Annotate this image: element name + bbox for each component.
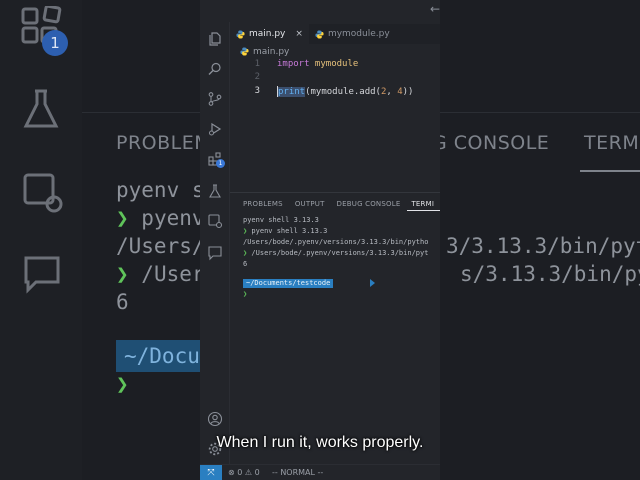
bg-terminal-line: 6	[116, 290, 129, 314]
breadcrumb[interactable]: main.py	[240, 45, 289, 58]
status-bar: ⤧ ⊗ 0 ⚠ 0 -- NORMAL --	[200, 464, 440, 480]
bg-tab-terminal: TERMI	[584, 132, 640, 154]
remote-indicator-icon[interactable]: ⤧	[200, 465, 222, 480]
tab-terminal[interactable]: TERMI	[407, 197, 440, 211]
bg-remote-explorer-icon	[22, 172, 64, 223]
account-icon[interactable]	[200, 406, 230, 432]
line-number: 2	[254, 72, 260, 82]
code-token: ))	[402, 87, 414, 97]
bg-prompt-arrow: ❯	[116, 372, 129, 396]
python-file-icon	[236, 29, 245, 39]
tab-problems[interactable]: PROBLEMS	[230, 197, 290, 211]
cwd-badge: ~/Documents/testcode	[243, 279, 334, 288]
bg-terminal-line-right: 3/3.13.3/bin/pytho	[446, 234, 640, 258]
vim-mode-indicator: -- NORMAL --	[272, 468, 324, 477]
bg-cwd-badge: ~/Docu	[116, 340, 208, 372]
tab-label: mymodule.py	[327, 29, 390, 39]
title-bar: ←	[230, 0, 440, 22]
terminal-line: 6	[243, 260, 248, 268]
video-caption: When I run it, works properly.	[216, 434, 424, 451]
code-token: ,	[386, 87, 398, 97]
terminal-output[interactable]: pyenv shell 3.13.3 ❯ pyenv shell 3.13.3 …	[243, 215, 440, 270]
panel-tab-bar: PROBLEMS OUTPUT DEBUG CONSOLE TERMI	[230, 197, 440, 211]
run-debug-icon[interactable]	[200, 116, 230, 142]
extensions-badge: 1	[216, 159, 225, 168]
bg-tab-debug-console: G CONSOLE	[432, 132, 550, 154]
bg-terminal-line-right: s/3.13.3/bin/pyt	[460, 262, 640, 286]
chat-icon[interactable]	[200, 240, 230, 266]
activity-bar: 1	[200, 22, 230, 464]
tab-mymodule-py[interactable]: mymodule.py	[309, 24, 396, 44]
module-name: mymodule	[309, 59, 359, 69]
tab-label: main.py	[249, 29, 286, 39]
bg-extensions-badge: 1	[42, 30, 68, 56]
code-token: (mymodule.add(	[305, 87, 381, 97]
vscode-window: ← 1 main.py × mymodule.py main.py 1 impo…	[200, 0, 440, 480]
bg-activity-bar	[0, 0, 82, 480]
code-line: 1 import mymodule	[230, 59, 440, 72]
bg-terminal-line: pyenv s	[116, 178, 205, 202]
cwd-badge-tip	[370, 279, 375, 287]
tab-debug-console[interactable]: DEBUG CONSOLE	[332, 197, 408, 211]
code-editor[interactable]: 1 import mymodule 2 3 print(mymodule.add…	[230, 58, 440, 188]
bg-active-tab-underline	[580, 170, 640, 172]
bg-terminal-line: ❯ /User	[116, 262, 205, 286]
remote-explorer-icon[interactable]	[200, 208, 230, 234]
bottom-panel: PROBLEMS OUTPUT DEBUG CONSOLE TERMI pyen…	[230, 192, 440, 464]
line-number: 3	[254, 86, 260, 96]
terminal-line: /Users/bode/.pyenv/versions/3.13.3/bin/p…	[243, 238, 429, 246]
explorer-icon[interactable]	[200, 26, 230, 52]
terminal-line: ❯ /Users/bode/.pyenv/versions/3.13.3/bin…	[243, 249, 429, 257]
editor-tab-bar: main.py × mymodule.py	[230, 24, 440, 44]
back-arrow-icon[interactable]: ←	[430, 2, 440, 16]
problems-count[interactable]: ⊗ 0 ⚠ 0	[228, 465, 260, 480]
terminal-line: ❯ pyenv shell 3.13.3	[243, 227, 328, 235]
python-file-icon	[315, 29, 324, 39]
breadcrumb-file: main.py	[253, 46, 290, 57]
bg-terminal-line: ❯ pyenv	[116, 206, 205, 230]
prompt-arrow: ❯	[243, 290, 248, 298]
tab-output[interactable]: OUTPUT	[290, 197, 332, 211]
close-tab-icon[interactable]: ×	[295, 29, 303, 39]
line-number: 1	[254, 59, 260, 69]
testing-flask-icon[interactable]	[200, 178, 230, 204]
bg-chat-icon	[22, 254, 62, 303]
bg-flask-icon	[22, 88, 60, 139]
terminal-line: pyenv shell 3.13.3	[243, 216, 319, 224]
source-control-icon[interactable]	[200, 86, 230, 112]
bg-terminal-line: /Users/	[116, 234, 205, 258]
code-line-current: 3 print(mymodule.add(2, 4))	[230, 86, 440, 99]
keyword-import: import	[277, 59, 310, 69]
function-print: print	[278, 87, 306, 97]
python-file-icon	[240, 47, 249, 56]
tab-main-py[interactable]: main.py ×	[230, 24, 309, 44]
extensions-icon[interactable]: 1	[200, 146, 230, 172]
search-icon[interactable]	[200, 56, 230, 82]
code-line: 2	[230, 72, 440, 85]
